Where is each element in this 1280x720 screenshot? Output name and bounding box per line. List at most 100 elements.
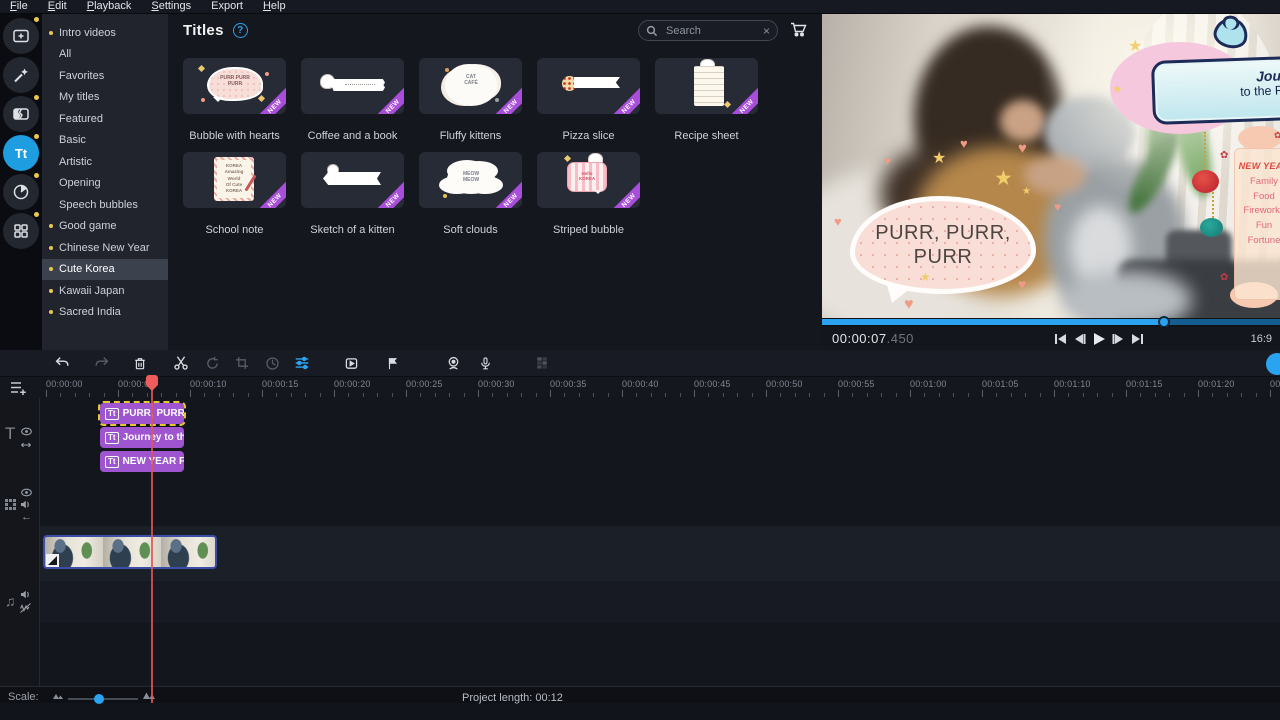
- audio-track-waveform-icon[interactable]: [20, 603, 31, 613]
- menu-playback[interactable]: Playback: [77, 0, 142, 13]
- zoom-in-icon[interactable]: [142, 690, 156, 700]
- category-chinese-new-year[interactable]: Chinese New Year: [42, 237, 168, 259]
- more-tools-button[interactable]: [3, 213, 39, 249]
- playhead-line[interactable]: [151, 377, 153, 703]
- time-ruler[interactable]: 00:00:0000:00:0500:00:1000:00:1500:00:20…: [0, 377, 1280, 398]
- title-track-visibility-eye-icon[interactable]: [21, 427, 32, 436]
- transition-slot-icon[interactable]: [46, 554, 59, 567]
- capture-frame-button[interactable]: [341, 353, 361, 373]
- add-track-button[interactable]: [9, 380, 27, 396]
- category-speech-bubbles[interactable]: Speech bubbles: [42, 194, 168, 216]
- ruler-tick: [1169, 393, 1170, 397]
- menu-export[interactable]: Export: [201, 0, 253, 13]
- title-card-recipe-sheet[interactable]: NEW: [655, 58, 758, 114]
- transitions-button[interactable]: [3, 96, 39, 132]
- title-card-coffee-and-a-book[interactable]: NEW: [301, 58, 404, 114]
- marker-flag-button[interactable]: [382, 353, 402, 373]
- stickers-button[interactable]: [3, 174, 39, 210]
- title-card-fluffy-kittens[interactable]: CAT CAFÉ NEW: [419, 58, 522, 114]
- title-card-pizza-slice[interactable]: NEW: [537, 58, 640, 114]
- titles-button[interactable]: Tt: [3, 135, 39, 171]
- voiceover-mic-button[interactable]: [475, 353, 495, 373]
- ruler-tick: [507, 393, 508, 397]
- help-fab-button[interactable]: [1266, 353, 1280, 375]
- store-cart-button[interactable]: [790, 22, 807, 37]
- split-scissors-button[interactable]: [171, 353, 191, 373]
- ruler-tick: [579, 393, 580, 397]
- video-track-mute-speaker-icon[interactable]: [20, 500, 31, 509]
- undo-button[interactable]: [52, 353, 72, 373]
- title-card-soft-clouds[interactable]: MEOW MEOW NEW: [419, 152, 522, 208]
- title-track-link-icon[interactable]: [20, 441, 32, 449]
- ruler-tick: [536, 393, 537, 397]
- category-good-game[interactable]: Good game: [42, 216, 168, 238]
- timeline-title-clip-journey[interactable]: Tt Journey to th: [100, 427, 184, 448]
- category-basic[interactable]: Basic: [42, 130, 168, 152]
- ruler-tick: [406, 390, 407, 397]
- new-year-list: Family Food Fireworks Fun Fortune: [1235, 175, 1280, 249]
- video-track-arrow-icon[interactable]: ←: [21, 511, 32, 523]
- rotate-button[interactable]: [202, 353, 222, 373]
- category-cute-korea[interactable]: Cute Korea: [42, 259, 168, 281]
- seek-bar[interactable]: [822, 319, 1280, 325]
- scale-slider-handle[interactable]: [94, 694, 104, 704]
- search-box[interactable]: ×: [638, 20, 778, 41]
- category-featured[interactable]: Featured: [42, 108, 168, 130]
- crop-button[interactable]: [232, 353, 252, 373]
- category-kawaii-japan[interactable]: Kawaii Japan: [42, 280, 168, 302]
- ruler-tick: [75, 393, 76, 397]
- zoom-out-icon[interactable]: [52, 692, 64, 700]
- ruler-tick: [1256, 393, 1257, 397]
- title-card-sketch-of-a-kitten[interactable]: NEW: [301, 152, 404, 208]
- clip-speed-button[interactable]: [262, 353, 282, 373]
- ruler-tick: [737, 393, 738, 397]
- clear-search-icon[interactable]: ×: [763, 25, 770, 37]
- timeline-toolbar: [0, 350, 1280, 377]
- menu-settings[interactable]: Settings: [141, 0, 201, 13]
- audio-track-mute-speaker-icon[interactable]: [20, 590, 31, 599]
- ruler-tick: [968, 393, 969, 397]
- help-icon[interactable]: ?: [233, 23, 248, 38]
- filters-button[interactable]: [3, 57, 39, 93]
- ruler-tick: [809, 393, 810, 397]
- category-all[interactable]: All: [42, 44, 168, 66]
- menu-edit[interactable]: Edit: [38, 0, 77, 13]
- scale-slider[interactable]: [52, 687, 152, 704]
- next-frame-button[interactable]: [1112, 333, 1125, 345]
- play-button[interactable]: [1092, 332, 1106, 346]
- ruler-tick: [161, 393, 162, 397]
- previous-frame-button[interactable]: [1073, 333, 1086, 345]
- track-layout-button[interactable]: [532, 353, 552, 373]
- ruler-tick: [910, 390, 911, 397]
- color-adjustments-button[interactable]: [292, 353, 312, 373]
- timeline-video-clip[interactable]: [43, 535, 217, 569]
- skip-to-start-button[interactable]: [1054, 333, 1067, 345]
- card-label: Pizza slice: [530, 130, 647, 142]
- category-sacred-india[interactable]: Sacred India: [42, 302, 168, 324]
- timeline-title-clip-purr[interactable]: Tt PURR, PURR,: [100, 403, 184, 424]
- banner-art: [323, 172, 381, 185]
- title-card-bubble-with-hearts[interactable]: PURR PURR PURR NEW: [183, 58, 286, 114]
- import-media-button[interactable]: [3, 18, 39, 54]
- menu-file[interactable]: File: [0, 0, 38, 13]
- ruler-tick: [1011, 393, 1012, 397]
- title-card-striped-bubble[interactable]: Hello KOREA NEW: [537, 152, 640, 208]
- webcam-record-button[interactable]: [443, 353, 463, 373]
- new-badge-dot: [49, 267, 53, 271]
- category-favorites[interactable]: Favorites: [42, 65, 168, 87]
- menu-help[interactable]: Help: [253, 0, 296, 13]
- title-card-school-note[interactable]: KOREA Amazing World Of Cute KOREA NEW: [183, 152, 286, 208]
- category-opening[interactable]: Opening: [42, 173, 168, 195]
- timeline-title-clip-new-year[interactable]: Tt NEW YEAR Fa: [100, 451, 184, 472]
- redo-button[interactable]: [92, 353, 112, 373]
- delete-button[interactable]: [130, 353, 150, 373]
- category-artistic[interactable]: Artistic: [42, 151, 168, 173]
- video-track-visibility-eye-icon[interactable]: [21, 488, 32, 497]
- heart-decor: ♥: [960, 136, 968, 151]
- ruler-label: 00:00:10: [190, 379, 227, 389]
- skip-to-end-button[interactable]: [1131, 333, 1144, 345]
- ruler-tick: [521, 393, 522, 397]
- category-intro-videos[interactable]: Intro videos: [42, 22, 168, 44]
- category-my-titles[interactable]: My titles: [42, 87, 168, 109]
- search-input[interactable]: [666, 25, 763, 37]
